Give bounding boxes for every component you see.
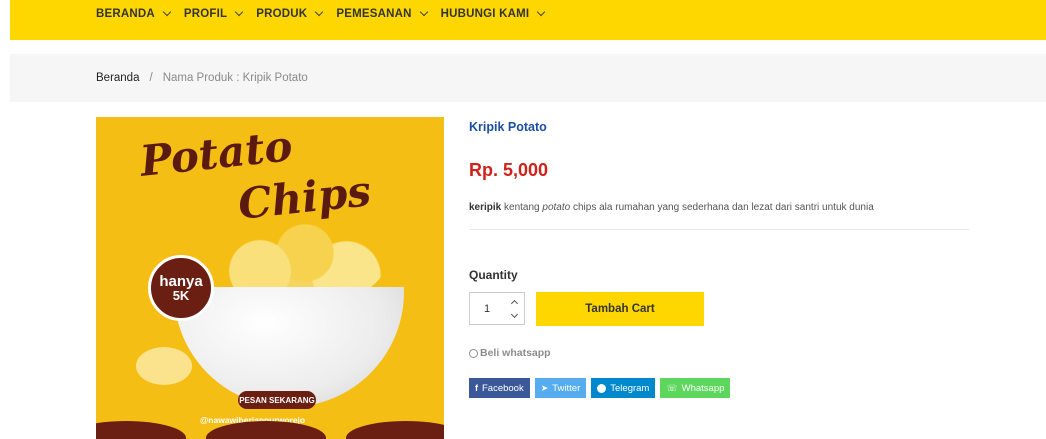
product-description: keripik kentang potato chips ala rumahan…: [469, 202, 874, 213]
whatsapp-icon: [469, 348, 478, 358]
whatsapp-icon: ☏: [666, 382, 678, 393]
price-badge: hanya 5K: [148, 255, 214, 321]
twitter-icon: ➤: [540, 382, 549, 393]
nav-item-pemesanan[interactable]: PEMESANAN: [336, 7, 428, 20]
nav-item-produk[interactable]: PRODUK: [256, 7, 324, 20]
wave-decoration: [346, 421, 444, 439]
share-whatsapp-button[interactable]: ☏ Whatsapp: [660, 378, 731, 398]
quantity-arrows[interactable]: [504, 293, 524, 324]
chip-illustration: [136, 347, 192, 385]
share-twitter-button[interactable]: ➤ Twitter: [534, 378, 587, 398]
product-price: Rp. 5,000: [469, 160, 549, 180]
top-navigation: BERANDA PROFIL PRODUK PEMESANAN HUBUNGI …: [10, 0, 1046, 40]
quantity-stepper[interactable]: 1: [469, 292, 525, 325]
add-to-cart-button[interactable]: Tambah Cart: [536, 292, 704, 326]
share-facebook-button[interactable]: f Facebook: [469, 378, 530, 398]
quantity-value[interactable]: 1: [470, 293, 504, 324]
wave-decoration: [96, 421, 186, 439]
quantity-label: Quantity: [469, 268, 518, 282]
product-name: Kripik Potato: [469, 120, 547, 134]
buy-whatsapp-link[interactable]: Beli whatsapp: [469, 347, 551, 359]
chevron-down-icon: [162, 7, 172, 17]
chevron-up-icon[interactable]: [510, 299, 518, 307]
chevron-down-icon: [235, 7, 244, 17]
breadcrumb-home-link[interactable]: Beranda: [96, 72, 139, 84]
nav-item-profil[interactable]: PROFIL: [184, 7, 244, 20]
nav-item-hubungi-kami[interactable]: HUBUNGI KAMI: [441, 7, 546, 20]
divider: [469, 229, 969, 230]
chevron-down-icon: [537, 7, 546, 17]
breadcrumb-current: Nama Produk : Kripik Potato: [162, 72, 308, 84]
nav-item-beranda[interactable]: BERANDA: [96, 7, 172, 20]
telegram-icon: [597, 383, 607, 393]
breadcrumb-separator: /: [149, 72, 153, 84]
facebook-icon: f: [475, 383, 478, 393]
breadcrumb: Beranda / Nama Produk : Kripik Potato: [10, 54, 1046, 102]
chevron-down-icon: [419, 7, 428, 17]
chevron-down-icon: [315, 7, 324, 17]
image-order-label: PESAN SEKARANG: [238, 391, 316, 409]
product-image: Potato Chips hanya 5K PESAN SEKARANG @na…: [96, 117, 444, 439]
share-telegram-button[interactable]: Telegram: [591, 378, 656, 398]
share-buttons: f Facebook ➤ Twitter Telegram ☏ Whatsapp: [469, 378, 735, 398]
chevron-down-icon[interactable]: [510, 310, 518, 318]
